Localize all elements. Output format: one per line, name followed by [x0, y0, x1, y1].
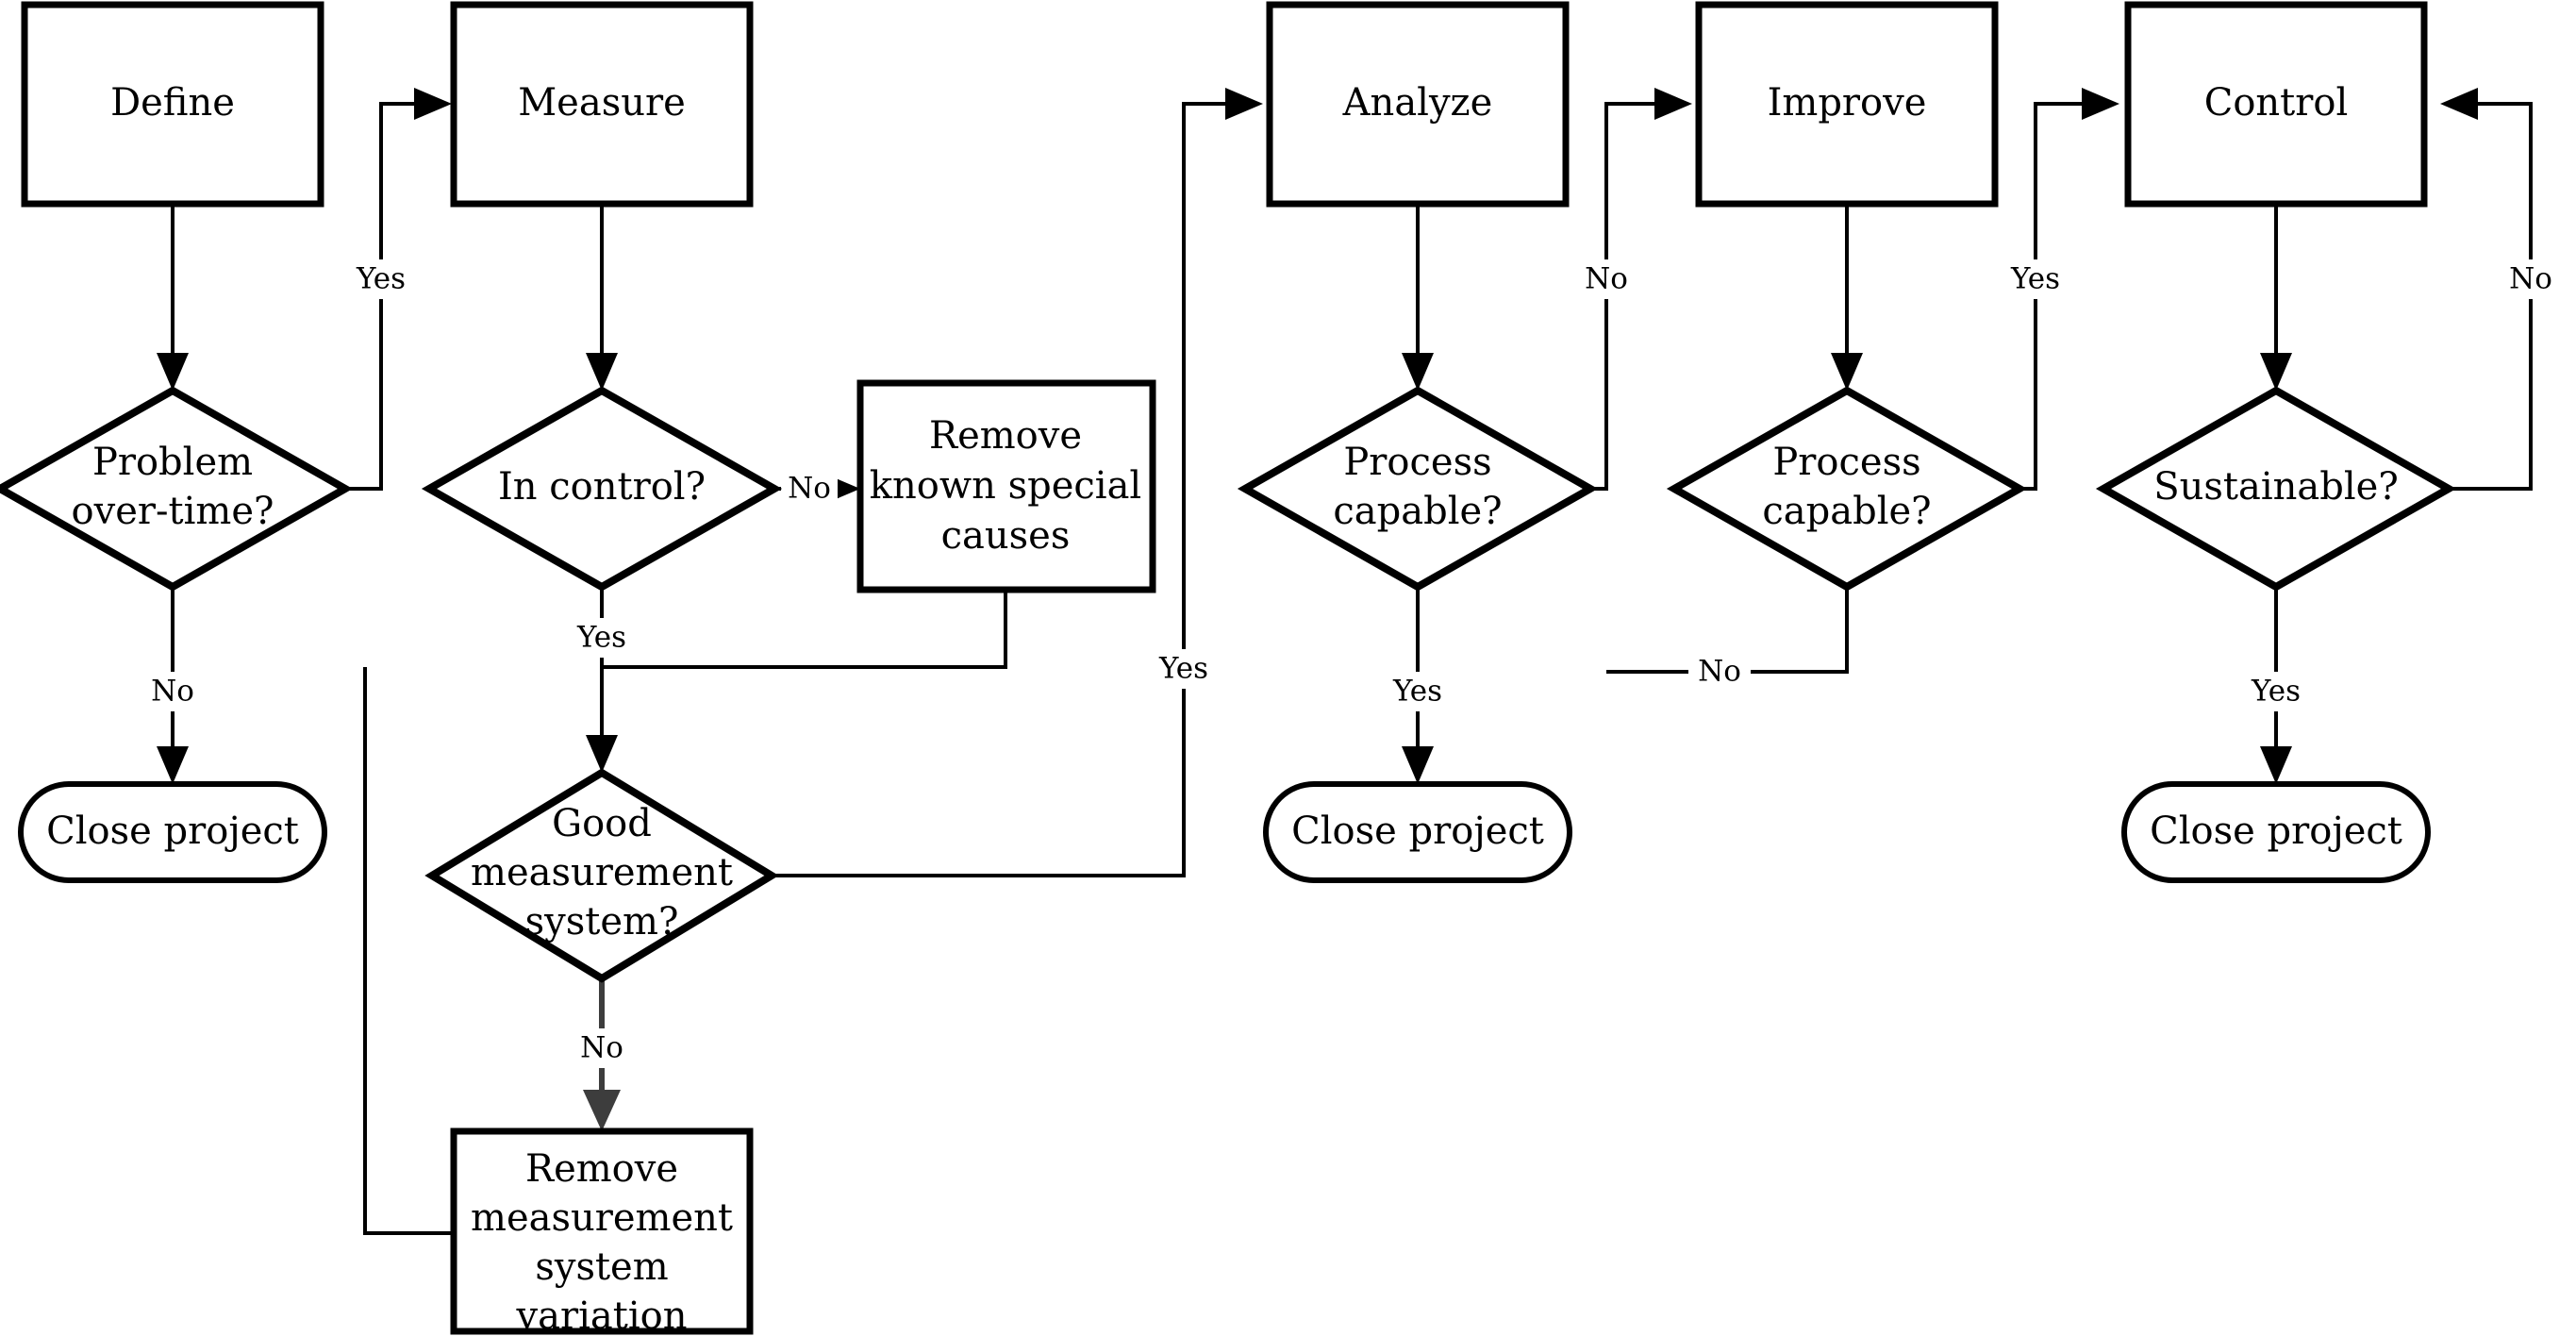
- node-analyze[interactable]: Analyze: [1266, 1, 1570, 208]
- edge-sustainable-yes-to-close: Yes: [2239, 588, 2313, 784]
- node-measure[interactable]: Measure: [450, 1, 754, 208]
- flowchart-svg: Measure (right vertex -> right, up, righ…: [0, 1, 2562, 1336]
- analyze-label: Analyze: [1342, 81, 1493, 125]
- node-close-project-3[interactable]: Close project: [2121, 781, 2431, 883]
- edge-measure-to-in-control: [586, 204, 618, 391]
- node-good-measurement-system[interactable]: Good measurement system?: [424, 768, 779, 983]
- node-close-project-2[interactable]: Close project: [1263, 781, 1572, 883]
- process-capable-analyze-diamond[interactable]: [1237, 386, 1599, 592]
- edge-problem-no-to-close: No: [141, 588, 204, 784]
- define-label: Define: [110, 81, 235, 125]
- improve-label: Improve: [1768, 81, 1927, 125]
- edge-define-to-problem: [157, 204, 189, 391]
- edge-label-pc2-no: No: [1698, 655, 1741, 689]
- edge-problem-yes-to-measure: Yes: [343, 88, 452, 491]
- process-capable-improve-label-line2: capable?: [1762, 490, 1931, 533]
- edge-gms-no-to-remove-msv: No: [571, 975, 633, 1131]
- node-remove-special-causes[interactable]: Remove known special causes: [856, 379, 1156, 593]
- node-process-capable-improve[interactable]: Process capable?: [1666, 386, 2028, 592]
- edge-pc2-yes-to-control: Yes: [1998, 88, 2119, 491]
- problem-over-time-label-line2: over-time?: [72, 490, 274, 533]
- flowchart-canvas: Measure (right vertex -> right, up, righ…: [0, 0, 2576, 1336]
- edge-analyze-to-pc1: [1402, 204, 1434, 391]
- node-improve[interactable]: Improve: [1695, 1, 1999, 208]
- good-measurement-system-label-line1: Good: [552, 802, 652, 845]
- edge-label-gms-no: No: [580, 1031, 623, 1065]
- edge-pc1-yes-to-close: Yes: [1381, 588, 1454, 784]
- node-define[interactable]: Define: [21, 1, 324, 208]
- process-capable-analyze-label-line1: Process: [1343, 441, 1491, 484]
- remove-msv-label-line4: variation: [516, 1294, 688, 1336]
- process-capable-improve-diamond[interactable]: [1666, 386, 2028, 592]
- remove-special-causes-label-line1: Remove: [929, 414, 1082, 458]
- edge-label-in-control-no: No: [788, 472, 831, 506]
- edge-improve-to-pc2: [1831, 204, 1863, 391]
- edge-remove-special-feedback: [602, 590, 1007, 669]
- edge-label-pc1-no: No: [1585, 262, 1628, 296]
- edge-sustainable-no-to-control: No: [2440, 88, 2562, 491]
- remove-msv-label-line2: measurement: [471, 1196, 733, 1240]
- node-remove-measurement-system-variation[interactable]: Remove measurement system variation: [450, 1127, 754, 1336]
- remove-special-causes-label-line2: known special: [870, 464, 1141, 508]
- close-project-2-label: Close project: [1291, 810, 1544, 853]
- edge-pc2-no-loop: No: [1606, 588, 1849, 691]
- edge-label-problem-no: No: [151, 675, 194, 709]
- edge-remove-msv-feedback: [363, 667, 451, 1235]
- problem-over-time-label-line1: Problem: [92, 441, 253, 484]
- node-problem-over-time[interactable]: Problem over-time?: [0, 386, 354, 592]
- edge-pc1-no-to-improve: No: [1575, 88, 1692, 491]
- node-process-capable-analyze[interactable]: Process capable?: [1237, 386, 1599, 592]
- node-sustainable[interactable]: Sustainable?: [2095, 386, 2457, 592]
- edge-label-sustainable-yes: Yes: [2251, 675, 2301, 709]
- remove-special-causes-label-line3: causes: [941, 514, 1071, 558]
- close-project-3-label: Close project: [2150, 810, 2402, 853]
- edge-label-sustainable-no: No: [2509, 262, 2552, 296]
- close-project-1-label: Close project: [46, 810, 299, 853]
- measure-label: Measure: [518, 81, 686, 125]
- edge-control-to-sustainable: [2260, 204, 2292, 391]
- edge-label-pc2-yes: Yes: [2010, 262, 2060, 296]
- edge-in-control-yes-to-gms: Yes: [566, 588, 640, 773]
- good-measurement-system-label-line2: measurement: [471, 851, 733, 894]
- node-close-project-1[interactable]: Close project: [18, 781, 327, 883]
- problem-over-time-diamond[interactable]: [0, 386, 354, 592]
- control-label: Control: [2204, 81, 2349, 125]
- node-in-control[interactable]: In control?: [421, 386, 783, 592]
- edge-label-in-control-yes: Yes: [576, 621, 626, 655]
- process-capable-improve-label-line1: Process: [1772, 441, 1920, 484]
- edge-label-problem-yes: Yes: [356, 262, 406, 296]
- node-control[interactable]: Control: [2124, 1, 2428, 208]
- remove-msv-label-line1: Remove: [525, 1147, 678, 1191]
- sustainable-label: Sustainable?: [2153, 465, 2399, 509]
- good-measurement-system-label-line3: system?: [525, 900, 679, 944]
- edge-in-control-no-to-remove-special: No: [774, 470, 860, 508]
- edge-label-pc1-yes: Yes: [1392, 675, 1442, 709]
- edge-label-gms-yes: Yes: [1158, 652, 1208, 686]
- remove-msv-label-line3: system: [535, 1245, 668, 1289]
- process-capable-analyze-label-line2: capable?: [1333, 490, 1502, 533]
- in-control-label: In control?: [498, 465, 706, 509]
